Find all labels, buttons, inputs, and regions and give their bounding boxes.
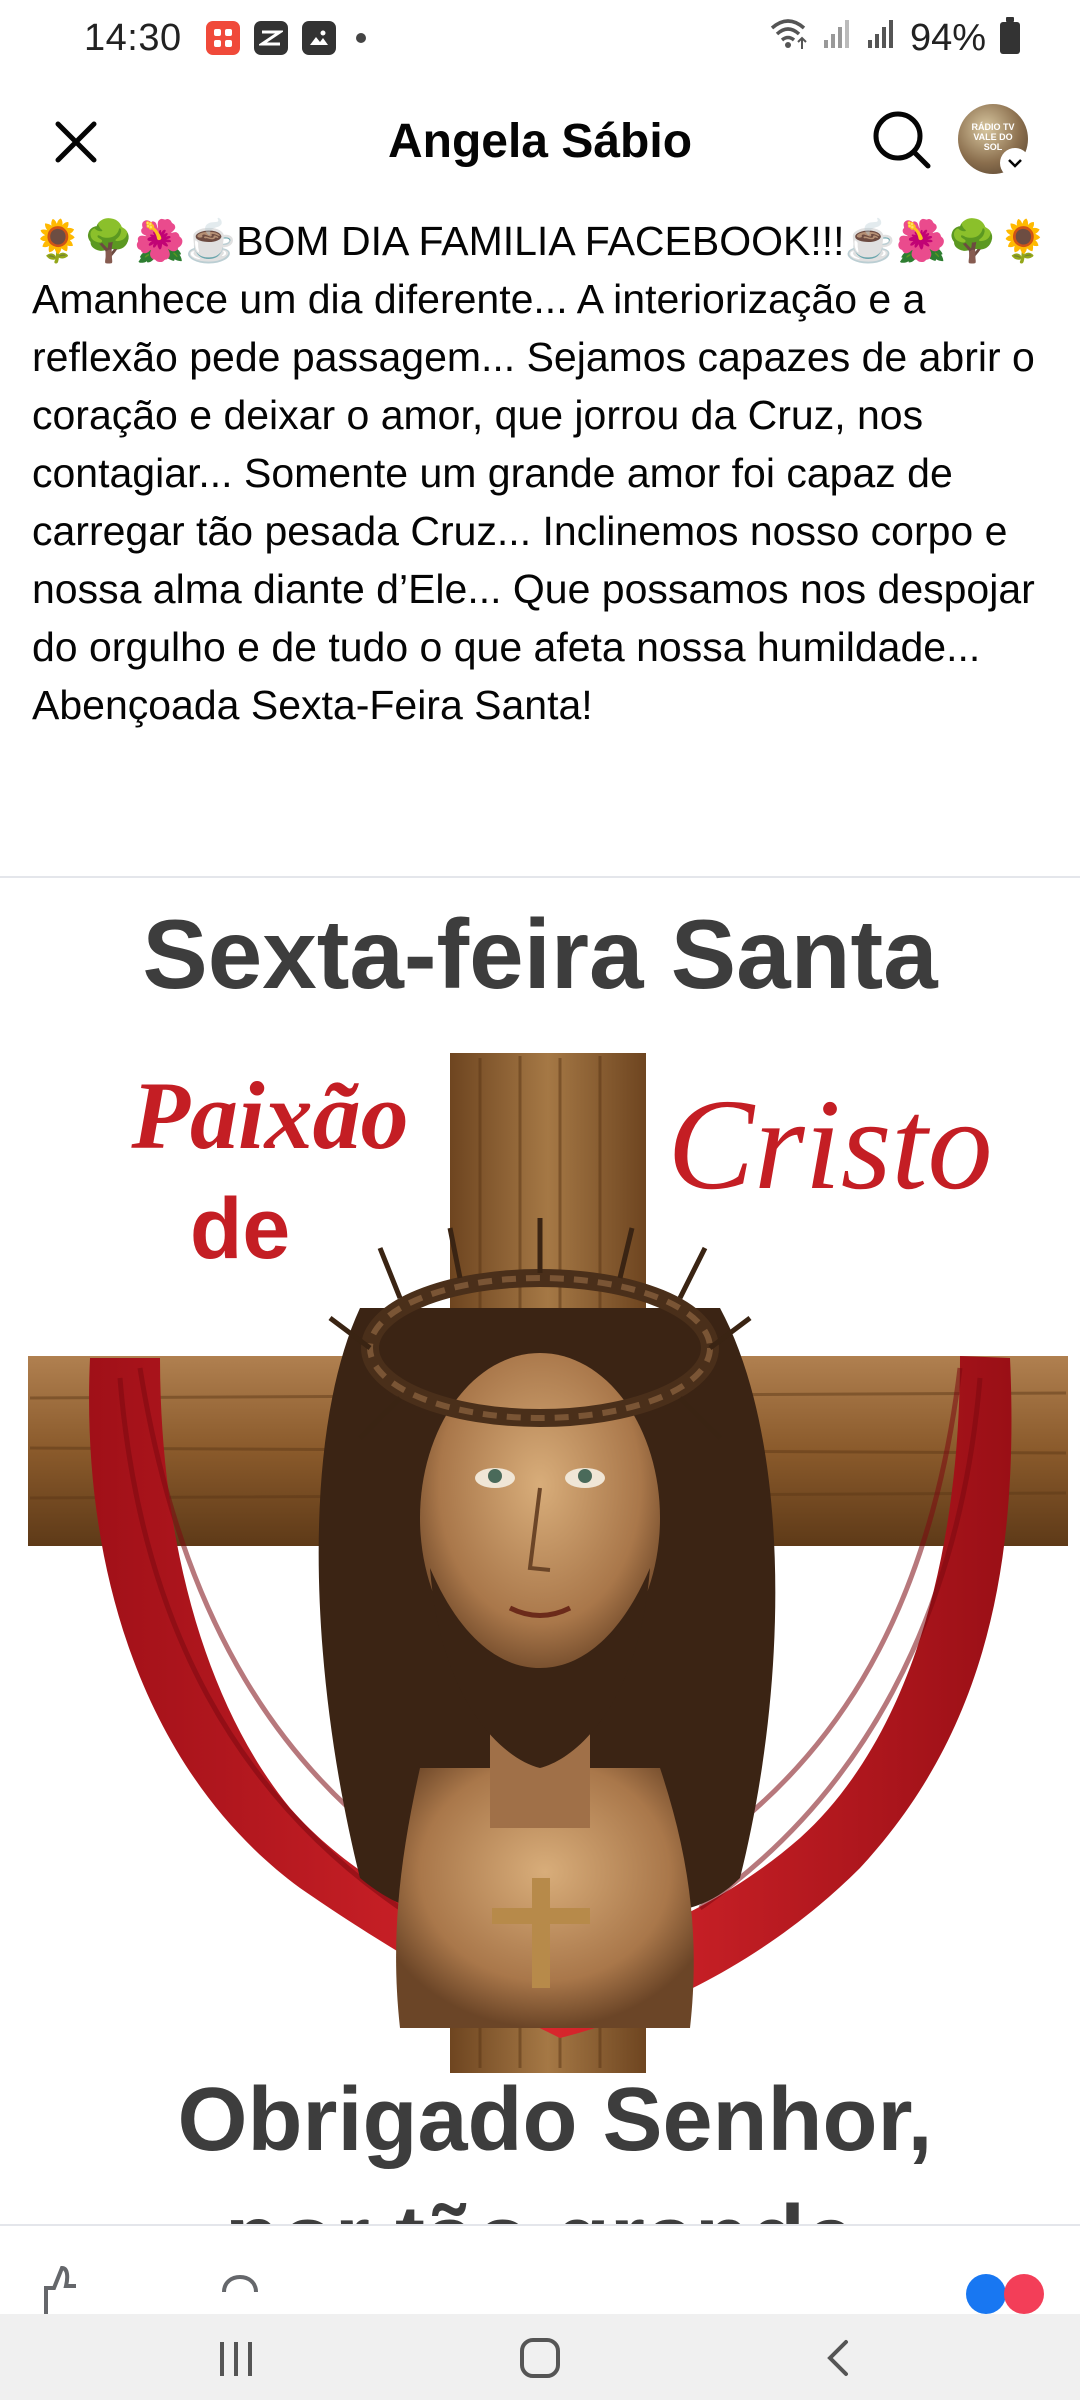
back-button[interactable] [790,2328,890,2388]
status-time: 14:30 [84,16,182,59]
image-text-obrigado: Obrigado Senhor, [177,2070,932,2170]
image-title: Sexta-feira Santa [142,899,939,1009]
status-right: 94% [768,16,1020,60]
image-text-partial: por tão grande [225,2188,855,2224]
signal-icon-1 [822,16,852,60]
home-button[interactable] [490,2328,590,2388]
app-notification-icon [205,21,240,55]
post-image[interactable]: Sexta-feira Santa Paixão de Cristo Obrig… [0,878,1080,2224]
image-text-cristo: Cristo [667,1073,992,1217]
search-button[interactable] [864,102,940,178]
good-friday-illustration: Sexta-feira Santa Paixão de Cristo Obrig… [28,899,1068,2224]
system-nav-bar [0,2314,1080,2400]
battery-percent: 94% [909,16,986,59]
comment-icon[interactable] [220,2262,260,2316]
recent-apps-button[interactable] [186,2328,286,2388]
battery-icon [1000,17,1020,54]
wifi-icon [768,16,808,60]
chevron-down-icon [1008,159,1022,168]
image-text-paixao: Paixão [130,1062,408,1169]
home-icon [520,2338,560,2378]
recent-apps-icon [220,2342,252,2376]
post-text: 🌻🌳🌺☕BOM DIA FAMILIA FACEBOOK!!!☕🌺🌳🌻 Aman… [32,212,1052,734]
capcut-icon [253,21,288,55]
like-reaction-icon [966,2274,1006,2314]
image-text-de: de [190,1181,290,1277]
post-viewer-header: Angela Sábio RÁDIO TV VALE DO SOL [0,76,1080,222]
post-action-bar [0,2224,1080,2314]
post-greeting: 🌻🌳🌺☕BOM DIA FAMILIA FACEBOOK!!!☕🌺🌳🌻 [32,218,1049,264]
love-reaction-icon [1004,2274,1044,2314]
search-icon [873,111,931,169]
back-icon [827,2340,848,2376]
status-bar: 14:30 94% [0,0,1080,76]
gallery-icon [301,21,336,55]
notification-icons [205,21,366,55]
signal-icon-2 [866,16,896,60]
account-switcher-button[interactable] [1000,148,1030,178]
post-body: Amanhece um dia diferente... A interiori… [32,276,1035,728]
more-notifications-dot [355,33,366,43]
like-icon[interactable] [40,2262,80,2316]
